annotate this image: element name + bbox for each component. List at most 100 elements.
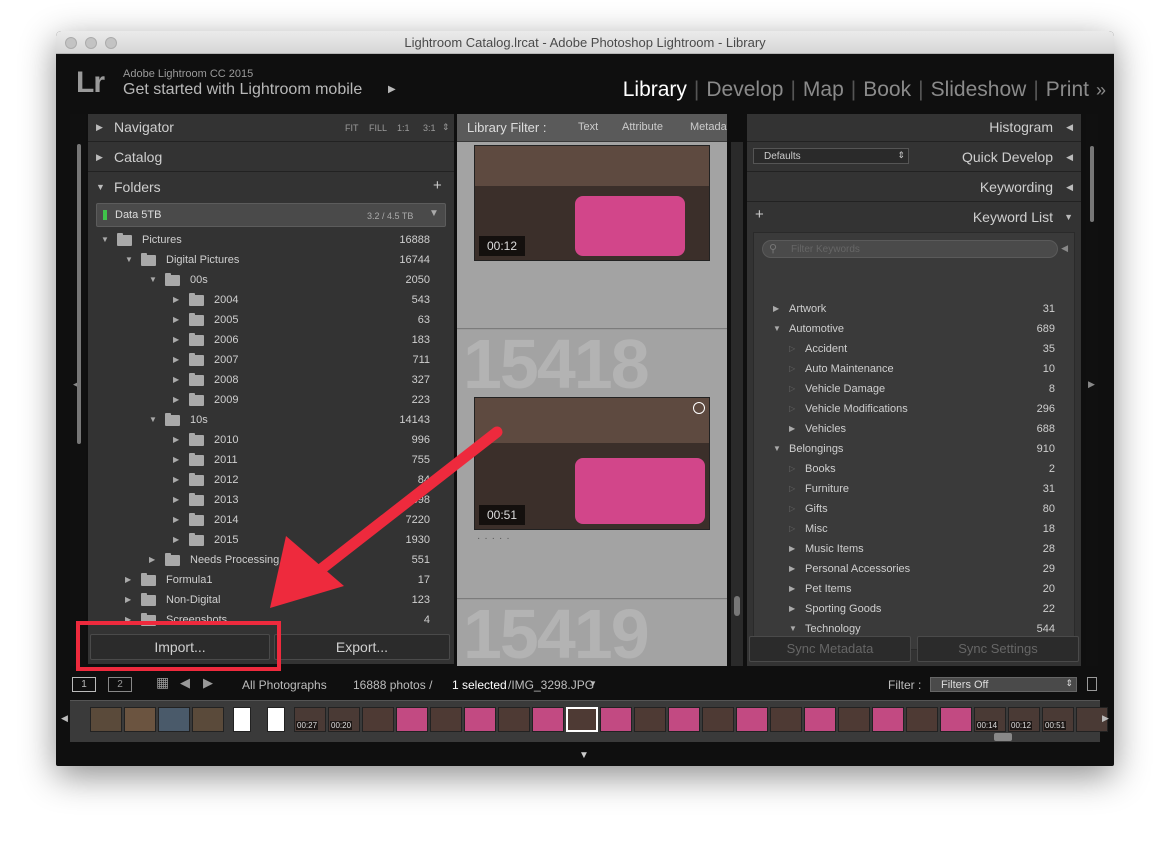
folders-header[interactable]: ▼ Folders + [88, 174, 454, 202]
chevron-down-icon[interactable]: ▼ [589, 679, 597, 688]
selected-filename[interactable]: /IMG_3298.JPG [508, 678, 594, 692]
keywording-header[interactable]: Keywording ◀ [747, 174, 1081, 202]
keyword-row[interactable]: ▼ Automotive 689 [747, 320, 1081, 340]
keyword-row[interactable]: ▷ Accident 35 [747, 340, 1081, 360]
leaf-arrow-icon[interactable]: ▷ [789, 484, 795, 493]
filmstrip-thumb[interactable] [872, 707, 904, 732]
filmstrip-thumb[interactable] [736, 707, 768, 732]
leaf-arrow-icon[interactable]: ▷ [789, 524, 795, 533]
expand-arrow-icon[interactable]: ▶ [173, 455, 179, 464]
filmstrip-thumb[interactable] [362, 707, 394, 732]
filmstrip-thumb[interactable] [532, 707, 564, 732]
filmstrip-thumb[interactable] [940, 707, 972, 732]
zoom-fit[interactable]: FIT [345, 123, 359, 133]
expand-arrow-icon[interactable]: ▶ [173, 315, 179, 324]
sync-metadata-button[interactable]: Sync Metadata [749, 636, 911, 662]
filter-text[interactable]: Text [578, 121, 598, 133]
filmstrip-thumb[interactable] [430, 707, 462, 732]
keyword-row[interactable]: ▷ Vehicle Modifications 296 [747, 400, 1081, 420]
collapse-arrow-icon[interactable]: ▼ [149, 275, 157, 284]
left-panel-scrollbar[interactable] [77, 144, 81, 444]
folder-row[interactable]: ▶ 2008 327 [88, 371, 454, 391]
filmstrip-thumb-selected[interactable] [566, 707, 598, 732]
filmstrip-thumb[interactable] [192, 707, 224, 732]
filmstrip-thumb[interactable] [464, 707, 496, 732]
expand-arrow-icon[interactable]: ▶ [173, 395, 179, 404]
module-library[interactable]: Library [616, 78, 694, 101]
folder-row[interactable]: ▶ 2004 543 [88, 291, 454, 311]
keyword-row[interactable]: ▶ Music Items 28 [747, 540, 1081, 560]
export-button[interactable]: Export... [274, 634, 450, 660]
zoom-3-1[interactable]: 3:1 [423, 123, 436, 133]
folder-row[interactable]: ▼ Pictures 16888 [88, 231, 454, 251]
sync-settings-button[interactable]: Sync Settings [917, 636, 1079, 662]
volume-menu-icon[interactable]: ▼ [429, 208, 439, 219]
keyword-filter-input[interactable]: ⚲ Filter Keywords [762, 240, 1058, 258]
folder-row[interactable]: ▶ 2012 84 [88, 471, 454, 491]
folder-row[interactable]: ▶ 2009 223 [88, 391, 454, 411]
expand-arrow-icon[interactable]: ▶ [173, 475, 179, 484]
navigator-header[interactable]: ▶ Navigator FIT FILL 1:1 3:1 ⇕ [88, 114, 454, 142]
leaf-arrow-icon[interactable]: ▷ [789, 464, 795, 473]
collapse-arrow-icon[interactable]: ▼ [789, 624, 797, 633]
grid-scrollbar-track[interactable] [731, 142, 743, 666]
filmstrip-thumb[interactable]: 00:27 [294, 707, 326, 732]
back-arrow-icon[interactable]: ◀ [180, 675, 190, 691]
forward-arrow-icon[interactable]: ▶ [203, 675, 213, 691]
filmstrip-thumb[interactable] [498, 707, 530, 732]
filmstrip-source[interactable]: All Photographs [242, 678, 327, 692]
folder-row[interactable]: ▶ 2007 711 [88, 351, 454, 371]
expand-arrow-icon[interactable]: ▶ [173, 295, 179, 304]
expand-arrow-icon[interactable]: ▶ [173, 435, 179, 444]
collapse-right-icon[interactable]: ▶ [1088, 379, 1095, 390]
collapse-arrow-icon[interactable]: ▼ [125, 255, 133, 264]
filmstrip-right-arrow-icon[interactable]: ▶ [1102, 713, 1109, 724]
folder-row[interactable]: ▶ 2014 7220 [88, 511, 454, 531]
filmstrip-thumb[interactable] [702, 707, 734, 732]
expand-arrow-icon[interactable]: ▶ [125, 595, 131, 604]
folder-row[interactable]: ▶ Non-Digital 123 [88, 591, 454, 611]
expand-arrow-icon[interactable]: ▶ [789, 584, 795, 593]
quick-develop-header[interactable]: Defaults ⇕ Quick Develop ◀ [747, 144, 1081, 172]
filmstrip-thumb[interactable] [770, 707, 802, 732]
filmstrip-thumb[interactable] [634, 707, 666, 732]
collapse-arrow-icon[interactable]: ▼ [773, 444, 781, 453]
keyword-row[interactable]: ▶ Artwork 31 [747, 300, 1081, 320]
folder-row[interactable]: ▼ 00s 2050 [88, 271, 454, 291]
add-folder-icon[interactable]: + [433, 177, 442, 194]
right-panel-scrollbar[interactable] [1090, 146, 1094, 222]
filmstrip-left-arrow-icon[interactable]: ◀ [61, 713, 68, 724]
quick-collection-icon[interactable] [693, 402, 705, 414]
expand-arrow-icon[interactable]: ▶ [173, 355, 179, 364]
keyword-row[interactable]: ▶ Personal Accessories 29 [747, 560, 1081, 580]
expand-arrow-icon[interactable]: ▶ [789, 424, 795, 433]
filter-clear-icon[interactable]: ◀ [1061, 243, 1068, 254]
keyword-row[interactable]: ▷ Furniture 31 [747, 480, 1081, 500]
rating-dots[interactable]: ····· [477, 533, 514, 544]
mobile-prompt-link[interactable]: Get started with Lightroom mobile [123, 81, 362, 99]
collapse-arrow-icon[interactable]: ▼ [773, 324, 781, 333]
zoom-fill[interactable]: FILL [369, 123, 387, 133]
folder-row[interactable]: ▶ 2006 183 [88, 331, 454, 351]
module-develop[interactable]: Develop [699, 78, 790, 101]
zoom-1-1[interactable]: 1:1 [397, 123, 410, 133]
module-slideshow[interactable]: Slideshow [924, 78, 1034, 101]
collapse-arrow-icon[interactable]: ▼ [101, 235, 109, 244]
leaf-arrow-icon[interactable]: ▷ [789, 364, 795, 373]
leaf-arrow-icon[interactable]: ▷ [789, 504, 795, 513]
folder-row[interactable]: ▶ Formula1 17 [88, 571, 454, 591]
filter-attribute[interactable]: Attribute [622, 121, 663, 133]
left-panel-edge[interactable]: ◀ [70, 114, 86, 666]
module-book[interactable]: Book [856, 78, 918, 101]
expand-arrow-icon[interactable]: ▶ [173, 375, 179, 384]
leaf-arrow-icon[interactable]: ▷ [789, 384, 795, 393]
filmstrip-thumb[interactable] [838, 707, 870, 732]
primary-display-button[interactable]: 1 [72, 677, 96, 692]
filmstrip-thumb[interactable]: 00:20 [328, 707, 360, 732]
filmstrip-thumb[interactable] [668, 707, 700, 732]
more-modules-icon[interactable]: » [1096, 80, 1106, 100]
grid-cell[interactable]: 00:12 [457, 142, 727, 329]
grid-cell-selected[interactable]: 15418 00:51 ····· [457, 325, 727, 599]
filmstrip-thumb[interactable] [804, 707, 836, 732]
keyword-row[interactable]: ▶ Sporting Goods 22 [747, 600, 1081, 620]
